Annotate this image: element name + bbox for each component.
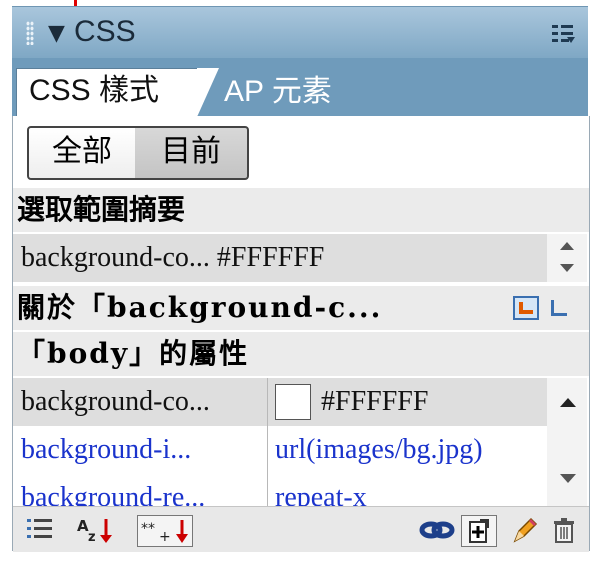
scroll-down-icon[interactable] — [560, 474, 576, 483]
panel-header[interactable]: ▼ CSS — [12, 6, 588, 59]
tab-css-styles[interactable]: CSS 樣式 — [16, 68, 219, 117]
scroll-up-icon[interactable] — [560, 398, 576, 407]
triangle-down-icon[interactable]: ▼ — [48, 21, 65, 46]
property-name[interactable]: background-re... — [21, 474, 265, 506]
about-heading-text: 關於「background-c... — [17, 291, 383, 324]
tab-ap-elements[interactable]: AP 元素 — [224, 70, 332, 114]
summary-heading: 選取範圍摘要 — [13, 188, 589, 232]
delete-icon[interactable] — [549, 515, 579, 545]
scroll-down-icon[interactable] — [560, 264, 574, 272]
summary-scrollbar[interactable] — [547, 234, 587, 282]
scroll-up-icon[interactable] — [560, 242, 574, 250]
svg-text:+: + — [159, 529, 171, 545]
category-view-icon[interactable] — [25, 515, 55, 545]
property-table: background-co... #FFFFFF background-i...… — [13, 378, 547, 506]
show-cascade-icon[interactable] — [513, 296, 539, 320]
properties-scrollbar[interactable] — [547, 378, 587, 506]
property-name[interactable]: background-co... — [21, 378, 265, 426]
table-row[interactable]: background-co... #FFFFFF — [13, 378, 547, 426]
table-row[interactable]: background-re... repeat-x — [13, 474, 547, 506]
drag-grip-icon[interactable] — [26, 21, 34, 45]
bottom-toolbar: A z ** + — [13, 506, 589, 552]
property-name[interactable]: background-i... — [21, 426, 265, 474]
color-swatch[interactable] — [275, 384, 311, 420]
tab-bar: CSS 樣式 AP 元素 — [12, 58, 588, 117]
column-divider — [267, 474, 268, 506]
svg-text:z: z — [88, 530, 96, 545]
attach-stylesheet-icon[interactable] — [419, 515, 455, 545]
all-mode-button[interactable]: 全部 — [27, 126, 137, 180]
set-properties-only-icon[interactable]: ** + — [137, 515, 193, 547]
alphabetical-view-icon[interactable]: A z — [77, 515, 117, 545]
svg-text:**: ** — [141, 521, 155, 537]
summary-row[interactable]: background-co... #FFFFFF — [13, 234, 547, 282]
about-heading: 關於「background-c... — [13, 286, 589, 330]
column-divider — [267, 426, 268, 474]
edit-style-icon[interactable] — [509, 515, 539, 545]
show-information-icon[interactable] — [549, 298, 571, 318]
current-mode-button[interactable]: 目前 — [135, 126, 249, 180]
panel-body: 全部 目前 選取範圍摘要 background-co... #FFFFFF 關於… — [12, 116, 590, 552]
panel-options-icon[interactable] — [552, 23, 575, 45]
property-value[interactable]: repeat-x — [275, 474, 545, 506]
properties-heading: 「body」的屬性 — [13, 332, 589, 376]
table-row[interactable]: background-i... url(images/bg.jpg) — [13, 426, 547, 474]
panel-title: CSS — [74, 15, 136, 48]
property-value[interactable]: url(images/bg.jpg) — [275, 426, 545, 474]
column-divider — [267, 378, 268, 426]
new-css-rule-icon[interactable] — [461, 515, 497, 547]
